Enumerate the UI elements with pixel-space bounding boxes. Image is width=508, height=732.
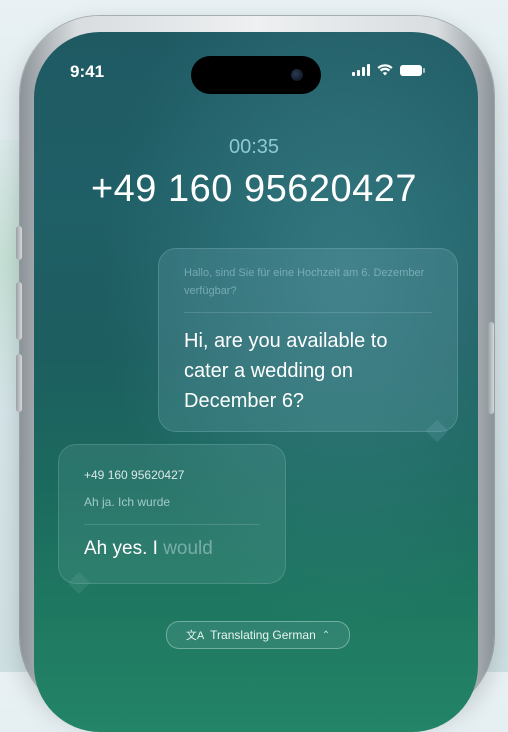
action-button[interactable] (16, 226, 22, 260)
translated-spoken: Ah yes. I (84, 538, 158, 559)
incoming-original-text: Ah ja. Ich wurde (84, 495, 171, 509)
call-phone-number: +49 160 95620427 (90, 168, 418, 210)
side-button[interactable] (488, 322, 494, 414)
volume-up-button[interactable] (16, 282, 22, 340)
translated-pending: would (157, 538, 213, 559)
up-down-chevron-icon: ⌃ (321, 629, 331, 641)
status-bar-icons (352, 64, 425, 76)
cellular-signal-icon (352, 64, 370, 76)
incoming-translated-text: Ah yes. I would (84, 538, 213, 560)
outgoing-original-text: Hallo, sind Sie für eine Hochzeit am 6. … (184, 267, 425, 297)
incoming-divider (84, 524, 260, 525)
dynamic-island (191, 56, 321, 94)
volume-down-button[interactable] (16, 354, 22, 412)
translate-icon: 文A (185, 630, 205, 642)
incoming-sender-number: +49 160 95620427 (84, 468, 185, 482)
battery-icon (400, 64, 425, 76)
incoming-message-bubble (58, 444, 286, 584)
outgoing-divider (184, 312, 432, 313)
translation-language-button[interactable]: 文A Translating German ⌃ (166, 621, 350, 649)
status-bar-time: 9:41 (70, 62, 105, 81)
wifi-icon (377, 64, 393, 76)
call-duration: 00:35 (228, 136, 280, 158)
translation-label: Translating German (210, 628, 316, 642)
outgoing-translated-text: Hi, are you available to cater a wedding… (184, 330, 388, 412)
camera-icon (291, 69, 303, 81)
